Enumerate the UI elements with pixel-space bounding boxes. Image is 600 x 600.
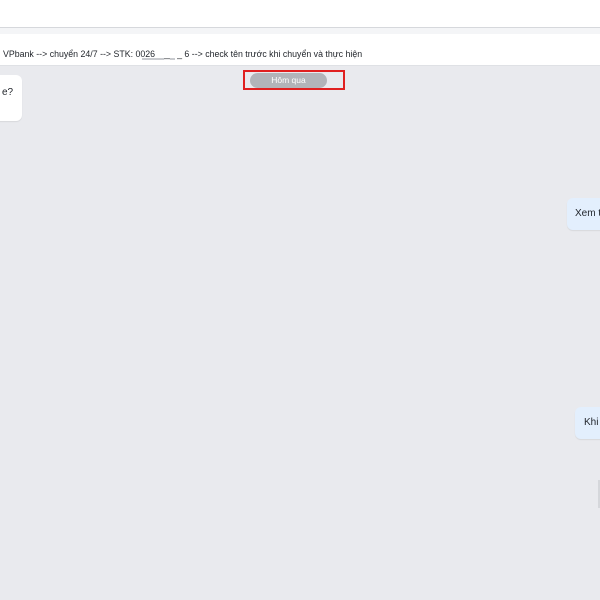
message-bubble-outgoing[interactable]: Khi	[575, 407, 600, 439]
message-text: Xem t	[575, 208, 600, 219]
highlight-annotation	[243, 70, 345, 90]
redacted-mark	[170, 58, 175, 60]
header-bar	[0, 0, 600, 28]
redacted-mark	[142, 58, 164, 60]
message-bubble-incoming[interactable]: e?	[0, 75, 22, 121]
chat-window: VPbank --> chuyển 24/7 --> STK: 0026____…	[0, 0, 600, 600]
message-list[interactable]	[0, 66, 600, 600]
message-bubble-outgoing[interactable]: Xem t	[567, 198, 600, 230]
pinned-message-text: VPbank --> chuyển 24/7 --> STK: 0026____…	[3, 49, 363, 59]
message-text: Khi	[584, 417, 599, 428]
message-text: e?	[2, 87, 14, 98]
